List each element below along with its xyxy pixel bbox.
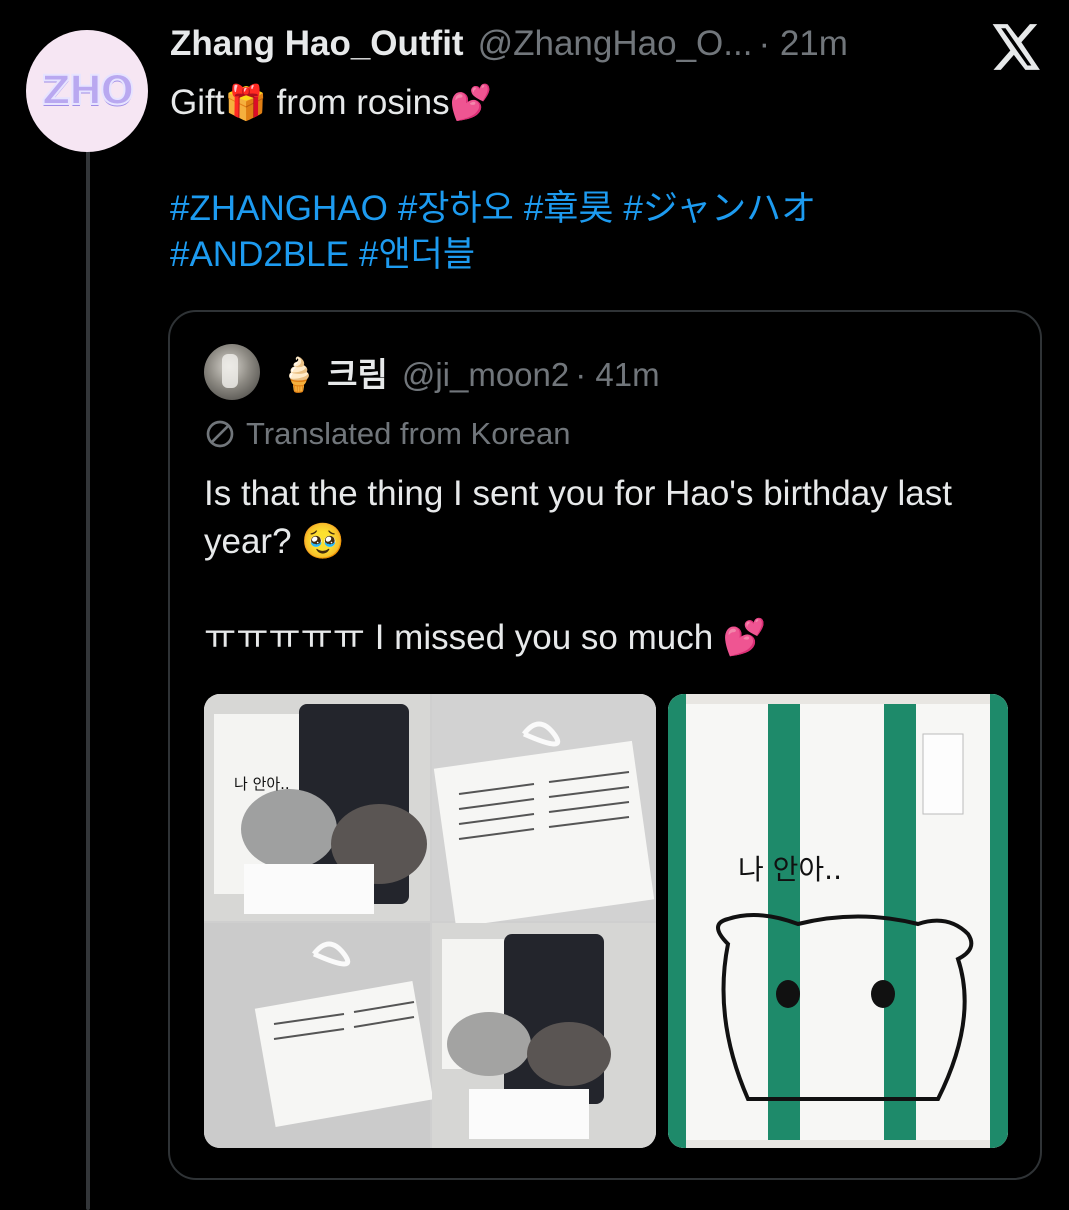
translated-text: Translated from Korean [246, 416, 571, 451]
avatar[interactable]: ZHO [26, 30, 148, 152]
collage-illustration: 나 안아.. [204, 694, 656, 1148]
hashtags: #ZHANGHAO #장하오 #章昊 #ジャンハオ #AND2BLE #앤더블 [170, 186, 1030, 278]
timestamp[interactable]: · 21m [758, 24, 847, 64]
hashtag[interactable]: #ZHANGHAO [170, 189, 388, 228]
quoted-handle[interactable]: @ji_moon2 [402, 356, 569, 394]
tweet-text-part: Gift [170, 83, 225, 122]
quoted-avatar[interactable] [204, 344, 260, 400]
translated-label[interactable]: Translated from Korean [204, 416, 571, 452]
display-name[interactable]: Zhang Hao_Outfit [170, 24, 464, 64]
shirt-illustration: 나 안아.. [668, 694, 1008, 1148]
shirt-text: 나 안아.. [234, 775, 290, 793]
media-image-shirt[interactable]: 나 안아.. [668, 694, 1008, 1148]
thread-line [86, 150, 90, 1210]
quoted-name-emoji: 🍦 [278, 356, 320, 393]
quoted-tweet[interactable]: 🍦 크림 @ji_moon2 · 41m Translated from Kor… [168, 310, 1042, 1180]
hashtag[interactable]: #장하오 [398, 189, 514, 228]
tweet-text-part: from rosins [266, 83, 450, 122]
hashtag[interactable]: #AND2BLE [170, 235, 349, 274]
globe-icon [206, 420, 234, 448]
hashtag[interactable]: #ジャンハオ [623, 189, 816, 228]
quoted-timestamp[interactable]: · 41m [575, 356, 659, 394]
avatar-logo: ZHO [41, 67, 136, 115]
tweet-text: Gift🎁 from rosins💕 [170, 80, 1030, 126]
shirt-image-text: 나 안아.. [738, 853, 842, 886]
quoted-text-line1: Is that the thing I sent you for Hao's b… [204, 474, 962, 561]
hashtag[interactable]: #章昊 [524, 189, 613, 228]
media-image-collage[interactable]: 나 안아.. [204, 694, 656, 1148]
hashtag[interactable]: #앤더블 [359, 235, 475, 274]
quoted-display-name[interactable]: 크림 [327, 348, 388, 396]
quoted-header: 🍦 크림 @ji_moon2 · 41m [278, 348, 660, 396]
tweet-header: Zhang Hao_Outfit @ZhangHao_O... · 21m [170, 24, 1069, 68]
gift-emoji: 🎁 [224, 84, 267, 122]
quoted-text: Is that the thing I sent you for Hao's b… [204, 470, 1024, 662]
x-logo-icon[interactable] [992, 24, 1042, 70]
heart-emoji: 💕 [449, 84, 492, 122]
handle[interactable]: @ZhangHao_O... [478, 24, 753, 64]
quoted-text-line2: ㅠㅠㅠㅠㅠ I missed you so much 💕 [204, 618, 767, 657]
